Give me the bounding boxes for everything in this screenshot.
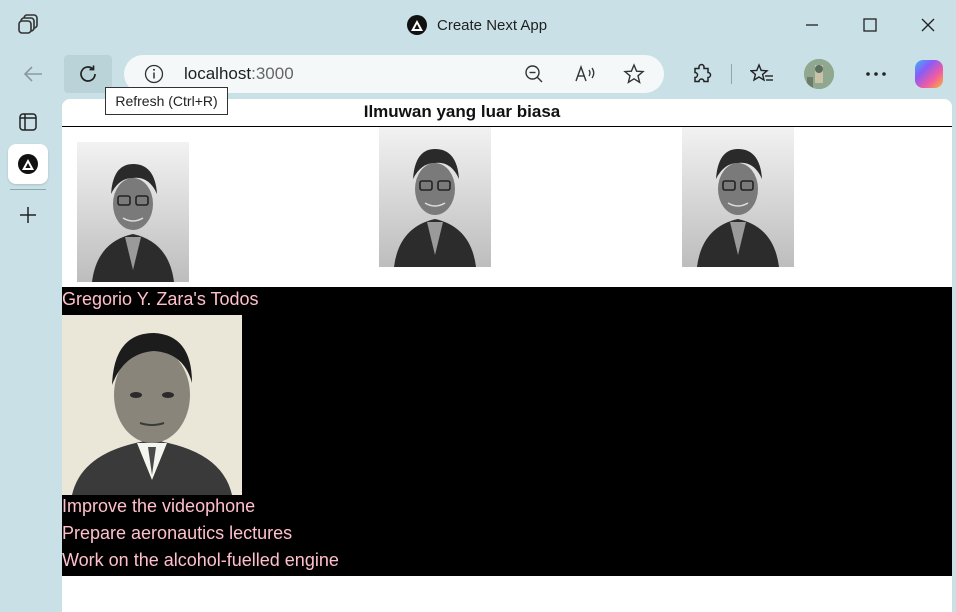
vertical-tabs-sidebar (0, 98, 56, 612)
url-text: localhost:3000 (184, 64, 294, 84)
tab-panel-icon[interactable] (8, 102, 48, 142)
copilot-logo (915, 60, 943, 88)
todo-item: Prepare aeronautics lectures (62, 523, 293, 543)
todo-item: Work on the alcohol-fuelled engine (62, 550, 339, 570)
url-host: localhost (184, 64, 252, 83)
minimize-button[interactable] (797, 10, 827, 40)
read-aloud-icon[interactable] (574, 64, 596, 89)
sidebar-divider (10, 189, 46, 190)
title-bar: Create Next App (0, 0, 956, 50)
todo-title: Gregorio Y. Zara's Todos (62, 289, 259, 309)
profile-avatar[interactable] (801, 56, 837, 92)
avatar (804, 59, 834, 89)
scientist-photo-1 (77, 142, 189, 282)
favorites-icon[interactable] (744, 56, 780, 92)
close-window-button[interactable] (913, 10, 943, 40)
refresh-tooltip: Refresh (Ctrl+R) (105, 87, 228, 115)
site-info-icon[interactable] (144, 64, 164, 89)
back-button[interactable] (15, 56, 51, 92)
url-port: :3000 (251, 64, 294, 83)
todo-section: Gregorio Y. Zara's Todos Improve the vid… (62, 287, 952, 576)
maximize-button[interactable] (855, 10, 885, 40)
tab-actions-icon[interactable] (18, 13, 40, 35)
scientist-photo-2 (379, 127, 491, 267)
todo-item: Improve the videophone (62, 496, 256, 516)
window-title: Create Next App (407, 14, 547, 36)
active-tab-nextjs[interactable] (8, 144, 48, 184)
copilot-icon[interactable] (911, 56, 947, 92)
favorite-star-icon[interactable] (623, 63, 645, 90)
nextjs-logo-icon (407, 15, 427, 35)
window-title-text: Create Next App (437, 16, 548, 34)
more-menu-icon[interactable] (858, 56, 894, 92)
nextjs-tab-icon (18, 154, 38, 174)
new-tab-button[interactable] (8, 195, 48, 235)
zoom-out-icon[interactable] (524, 64, 544, 89)
web-page-content: Ilmuwan yang luar biasa Gregorio Y. Zara… (62, 99, 952, 612)
scientist-photo-3 (682, 127, 794, 267)
heading-divider (62, 126, 952, 127)
toolbar-divider (731, 64, 732, 84)
extensions-icon[interactable] (684, 56, 720, 92)
gregorio-zara-photo (62, 315, 242, 495)
